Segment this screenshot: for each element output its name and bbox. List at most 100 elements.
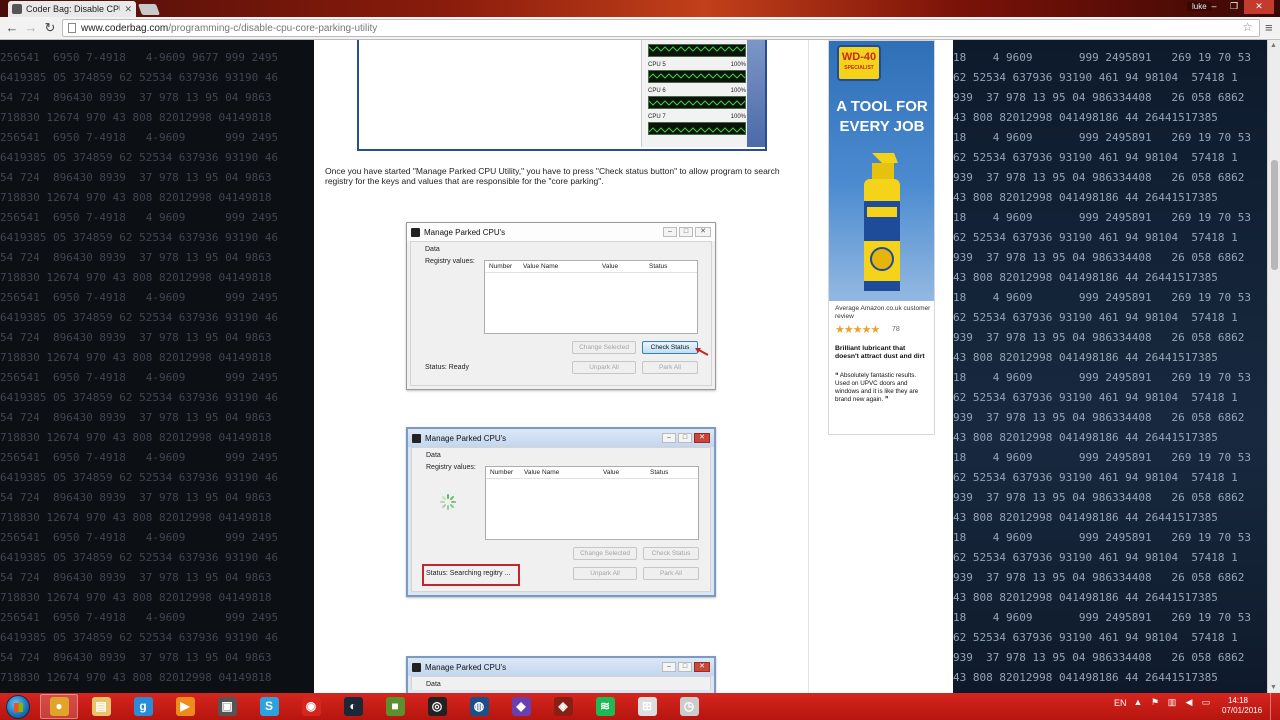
- system-tray: EN ▲ ⚑ ▥ ◀ ▭: [1114, 697, 1212, 708]
- column-status[interactable]: Status: [649, 263, 667, 270]
- file-explorer-icon: ▤: [91, 697, 111, 716]
- maximize-icon[interactable]: □: [678, 662, 692, 672]
- park-all-button[interactable]: Park All: [643, 567, 699, 580]
- forward-arrow-icon[interactable]: →: [23, 20, 39, 36]
- taskbar-app-minecraft[interactable]: ■: [376, 694, 414, 719]
- taskbar-app-steam[interactable]: ◐: [334, 694, 372, 719]
- unpark-all-button[interactable]: Unpark All: [573, 567, 637, 580]
- taskbar-app-app-clock[interactable]: ◷: [670, 694, 708, 719]
- start-button[interactable]: [6, 695, 30, 719]
- column-status[interactable]: Status: [650, 469, 668, 476]
- cpu-usage: 100%: [730, 114, 746, 120]
- page-scrollbar[interactable]: ▲ ▼: [1267, 40, 1280, 693]
- check-status-button[interactable]: Check Status: [643, 547, 699, 560]
- maximize-icon[interactable]: □: [679, 227, 693, 237]
- cpu-usage: 100 %: [729, 40, 746, 44]
- close-icon[interactable]: ✕: [695, 227, 711, 237]
- taskbar-app-app-car[interactable]: ⊞: [628, 694, 666, 719]
- reload-icon[interactable]: ↻: [42, 20, 58, 36]
- matrix-line: 18 4 9609 999 2495891 269 19 70 53: [953, 291, 1252, 304]
- address-bar[interactable]: www.coderbag.com/programming-c/disable-c…: [62, 19, 1260, 37]
- close-icon[interactable]: ✕: [694, 662, 710, 672]
- scroll-up-icon[interactable]: ▲: [1270, 42, 1277, 49]
- network-icon[interactable]: ▥: [1167, 697, 1178, 708]
- minimize-icon[interactable]: –: [663, 227, 677, 237]
- maximize-icon[interactable]: □: [678, 433, 692, 443]
- taskbar-app-media-player[interactable]: ▶: [166, 694, 204, 719]
- ad-banner-image[interactable]: WD-40 SPECIALIST A TOOL FOR EVERY JOB: [829, 41, 934, 301]
- power-icon[interactable]: ▭: [1201, 697, 1212, 708]
- taskbar-app-chrome[interactable]: ●: [40, 694, 78, 719]
- steam-icon: ◐: [343, 697, 363, 716]
- matrix-line: 939 37 978 13 95 04 986334408 26 058 686…: [953, 251, 1245, 264]
- cpu-label: CPU 4: [648, 40, 666, 44]
- data-group-label: Data: [426, 681, 441, 688]
- rating-count[interactable]: 78: [892, 326, 900, 333]
- back-arrow-icon[interactable]: ←: [4, 20, 20, 36]
- taskbar-app-app-globe[interactable]: ◍: [460, 694, 498, 719]
- unpark-all-button[interactable]: Unpark All: [572, 361, 636, 374]
- matrix-line: 6419385 05 374859 62 52534 637936 93190 …: [0, 151, 279, 164]
- clock[interactable]: 14:18 07/01/2016: [1222, 696, 1262, 716]
- volume-icon[interactable]: ◀: [1184, 697, 1195, 708]
- manage-parked-cpu-dialog-searching: Manage Parked CPU's – □ ✕ Data Registry …: [406, 427, 716, 597]
- change-selected-button[interactable]: Change Selected: [572, 341, 636, 354]
- app-icon: [412, 662, 421, 672]
- tab-close-icon[interactable]: ✕: [124, 4, 132, 15]
- ad-headline[interactable]: Brilliant lubricant that doesn't attract…: [835, 345, 931, 361]
- matrix-line: 6419385 05 374859 62 52534 637936 93190 …: [0, 631, 279, 644]
- taskbar-app-app-red[interactable]: ◈: [544, 694, 582, 719]
- flag-icon[interactable]: ⚑: [1150, 697, 1161, 708]
- data-group-label: Data: [425, 246, 440, 253]
- tray-expand-icon[interactable]: ▲: [1133, 697, 1144, 708]
- restore-icon[interactable]: ❐: [1224, 0, 1244, 14]
- language-indicator[interactable]: EN: [1114, 698, 1127, 708]
- show-desktop-button[interactable]: [1270, 693, 1280, 720]
- taskbar-app-skype[interactable]: S: [250, 694, 288, 719]
- matrix-line: 718830 12674 970 43 808 82012998 0414981…: [0, 671, 272, 684]
- taskbar-app-g-app[interactable]: g: [124, 694, 162, 719]
- taskbar-app-obs[interactable]: ◎: [418, 694, 456, 719]
- new-tab-button[interactable]: [137, 4, 161, 15]
- app-red-icon: ◈: [553, 697, 573, 716]
- column-value-name[interactable]: Value Name: [524, 469, 559, 476]
- sidebar-divider: [808, 40, 809, 693]
- minimize-icon[interactable]: –: [1204, 0, 1224, 14]
- taskbar-app-app-window[interactable]: ▣: [208, 694, 246, 719]
- dialog-title: Manage Parked CPU's: [425, 433, 507, 443]
- site-favicon-icon: [12, 4, 22, 14]
- close-icon[interactable]: ✕: [1244, 0, 1274, 14]
- matrix-line: 43 808 82012998 041498186 44 26441517385: [953, 111, 1218, 124]
- scrollbar-thumb[interactable]: [1271, 160, 1278, 270]
- spray-can-image: [864, 153, 900, 291]
- matrix-line: 54 724 896430 8939 37 978 13 95 04 9863: [0, 171, 272, 184]
- app-clock-icon: ◷: [679, 697, 699, 716]
- url-text[interactable]: www.coderbag.com/programming-c/disable-c…: [81, 23, 377, 34]
- wd40-advertisement[interactable]: WD-40 SPECIALIST A TOOL FOR EVERY JOB Av…: [828, 40, 935, 435]
- column-value[interactable]: Value: [602, 263, 618, 270]
- taskbar-app-app-record[interactable]: ◉: [292, 694, 330, 719]
- column-value-name[interactable]: Value Name: [523, 263, 558, 270]
- taskbar-app-visual-studio[interactable]: ◆: [502, 694, 540, 719]
- minimize-icon[interactable]: –: [662, 433, 676, 443]
- menu-icon[interactable]: ≡: [1265, 20, 1273, 35]
- change-selected-button[interactable]: Change Selected: [573, 547, 637, 560]
- bookmark-star-icon[interactable]: ☆: [1242, 20, 1253, 34]
- chrome-icon: ●: [49, 697, 69, 716]
- registry-values-list[interactable]: Number Value Name Value Status: [484, 260, 698, 334]
- visual-studio-icon: ◆: [511, 697, 531, 716]
- taskbar-app-file-explorer[interactable]: ▤: [82, 694, 120, 719]
- obs-icon: ◎: [427, 697, 447, 716]
- taskbar-app-spotify[interactable]: ≋: [586, 694, 624, 719]
- minimize-icon[interactable]: –: [662, 662, 676, 672]
- column-number[interactable]: Number: [489, 263, 512, 270]
- column-value[interactable]: Value: [603, 469, 619, 476]
- browser-tab[interactable]: Coder Bag: Disable CPU C ✕: [8, 1, 136, 17]
- close-icon[interactable]: ✕: [694, 433, 710, 443]
- check-status-button[interactable]: Check Status: [642, 341, 698, 354]
- registry-values-list[interactable]: Number Value Name Value Status: [485, 466, 699, 540]
- matrix-line: 54 724 896430 8939 37 978 13 95 04 9863: [0, 411, 272, 424]
- scroll-down-icon[interactable]: ▼: [1270, 684, 1277, 691]
- column-number[interactable]: Number: [490, 469, 513, 476]
- park-all-button[interactable]: Park All: [642, 361, 698, 374]
